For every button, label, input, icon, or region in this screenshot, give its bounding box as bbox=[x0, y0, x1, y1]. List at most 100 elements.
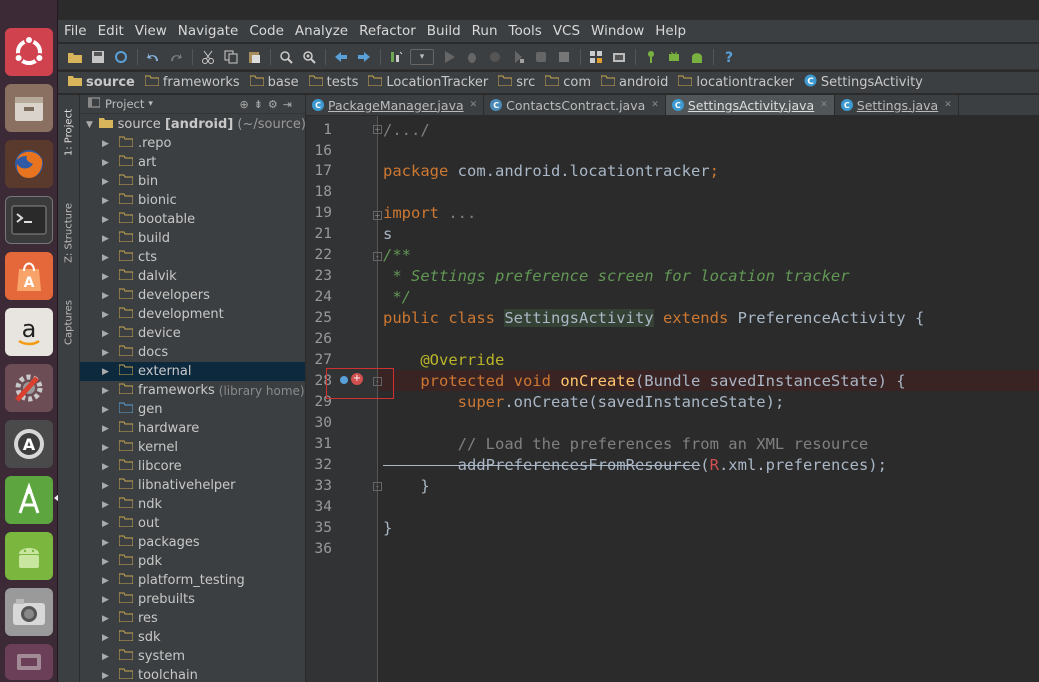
tree-item[interactable]: ▶ libnativehelper bbox=[80, 476, 305, 495]
coverage-icon[interactable] bbox=[532, 48, 550, 66]
menu-vcs[interactable]: VCS bbox=[553, 23, 580, 39]
fold-icon[interactable]: - bbox=[373, 252, 382, 261]
breadcrumb-item[interactable]: src bbox=[497, 75, 535, 90]
open-folder-icon[interactable] bbox=[66, 48, 84, 66]
chevron-right-icon[interactable]: ▶ bbox=[102, 671, 112, 681]
breadcrumb-item[interactable]: source bbox=[68, 75, 135, 90]
menu-view[interactable]: View bbox=[135, 23, 167, 39]
gradle-sync-icon[interactable] bbox=[665, 48, 683, 66]
close-icon[interactable]: ✕ bbox=[651, 100, 659, 110]
chevron-right-icon[interactable]: ▶ bbox=[102, 139, 112, 149]
find-icon[interactable] bbox=[277, 48, 295, 66]
ubuntu-dash-icon[interactable] bbox=[5, 28, 53, 76]
tree-item[interactable]: ▶ gen bbox=[80, 400, 305, 419]
chevron-right-icon[interactable]: ▶ bbox=[102, 633, 112, 643]
attach-debugger-icon[interactable] bbox=[486, 48, 504, 66]
chevron-right-icon[interactable]: ▶ bbox=[102, 614, 112, 624]
replace-icon[interactable] bbox=[300, 48, 318, 66]
update-manager-icon[interactable]: A bbox=[5, 420, 53, 468]
close-icon[interactable]: ✕ bbox=[820, 100, 828, 110]
chevron-right-icon[interactable]: ▶ bbox=[102, 481, 112, 491]
collapse-all-icon[interactable]: ⇟ bbox=[254, 98, 268, 111]
chevron-right-icon[interactable]: ▶ bbox=[102, 253, 112, 263]
undo-icon[interactable] bbox=[144, 48, 162, 66]
chevron-right-icon[interactable]: ▶ bbox=[102, 310, 112, 320]
breadcrumb-item[interactable]: android bbox=[600, 75, 668, 90]
menu-code[interactable]: Code bbox=[249, 23, 284, 39]
android-studio-icon[interactable] bbox=[5, 476, 53, 524]
tree-item[interactable]: ▶ platform_testing bbox=[80, 571, 305, 590]
chevron-right-icon[interactable]: ▶ bbox=[102, 557, 112, 567]
workspace-switcher-icon[interactable] bbox=[5, 644, 53, 680]
gear-icon[interactable]: ⚙ bbox=[268, 98, 283, 111]
android-icon[interactable] bbox=[5, 532, 53, 580]
chevron-right-icon[interactable]: ▶ bbox=[102, 177, 112, 187]
tree-item[interactable]: ▶ art bbox=[80, 153, 305, 172]
chevron-right-icon[interactable]: ▶ bbox=[102, 519, 112, 529]
avd-manager-icon[interactable] bbox=[642, 48, 660, 66]
menu-file[interactable]: File bbox=[64, 23, 87, 39]
tree-item[interactable]: ▶ packages bbox=[80, 533, 305, 552]
menu-help[interactable]: Help bbox=[655, 23, 686, 39]
menu-edit[interactable]: Edit bbox=[98, 23, 124, 39]
system-settings-icon[interactable] bbox=[5, 364, 53, 412]
firefox-icon[interactable] bbox=[5, 140, 53, 188]
chevron-right-icon[interactable]: ▶ bbox=[102, 595, 112, 605]
chevron-right-icon[interactable]: ▶ bbox=[102, 443, 112, 453]
tab-package-manager[interactable]: C PackageManager.java ✕ bbox=[306, 95, 485, 115]
chevron-right-icon[interactable]: ▶ bbox=[102, 291, 112, 301]
tree-item[interactable]: ▶ bionic bbox=[80, 191, 305, 210]
camera-icon[interactable] bbox=[5, 588, 53, 636]
tree-item[interactable]: ▶ res bbox=[80, 609, 305, 628]
chevron-right-icon[interactable]: ▶ bbox=[102, 405, 112, 415]
profile-icon[interactable] bbox=[509, 48, 527, 66]
tree-item[interactable]: ▶ sdk bbox=[80, 628, 305, 647]
copy-icon[interactable] bbox=[222, 48, 240, 66]
menu-window[interactable]: Window bbox=[591, 23, 644, 39]
chevron-right-icon[interactable]: ▶ bbox=[102, 215, 112, 225]
tab-settings[interactable]: C Settings.java ✕ bbox=[835, 95, 959, 115]
chevron-right-icon[interactable]: ▶ bbox=[102, 386, 112, 396]
breadcrumb-item[interactable]: locationtracker bbox=[677, 75, 794, 90]
tree-item[interactable]: ▶ libcore bbox=[80, 457, 305, 476]
make-project-icon[interactable] bbox=[387, 48, 405, 66]
chevron-right-icon[interactable]: ▶ bbox=[102, 348, 112, 358]
chevron-right-icon[interactable]: ▶ bbox=[102, 234, 112, 244]
menu-run[interactable]: Run bbox=[472, 23, 498, 39]
tree-item[interactable]: ▶ bin bbox=[80, 172, 305, 191]
amazon-icon[interactable]: a bbox=[5, 308, 53, 356]
save-icon[interactable] bbox=[89, 48, 107, 66]
breadcrumb-item[interactable]: com bbox=[544, 75, 591, 90]
menu-refactor[interactable]: Refactor bbox=[359, 23, 416, 39]
paste-icon[interactable] bbox=[245, 48, 263, 66]
scroll-from-source-icon[interactable]: ⊕ bbox=[239, 98, 253, 111]
breakpoint-icon[interactable]: + bbox=[351, 373, 363, 385]
chevron-right-icon[interactable]: ▶ bbox=[102, 158, 112, 168]
chevron-right-icon[interactable]: ▶ bbox=[102, 272, 112, 282]
breadcrumb-item[interactable]: base bbox=[249, 75, 299, 90]
tree-item[interactable]: ▶ system bbox=[80, 647, 305, 666]
chevron-right-icon[interactable]: ▶ bbox=[102, 576, 112, 586]
tab-structure[interactable]: Z: Structure bbox=[60, 203, 78, 263]
tree-item[interactable]: ▶ docs bbox=[80, 343, 305, 362]
run-icon[interactable] bbox=[440, 48, 458, 66]
tree-item[interactable]: ▶ dalvik bbox=[80, 267, 305, 286]
hide-panel-icon[interactable]: ⇥ bbox=[283, 98, 297, 111]
software-center-icon[interactable]: A bbox=[5, 252, 53, 300]
forward-icon[interactable] bbox=[355, 48, 373, 66]
breadcrumb-item[interactable]: tests bbox=[308, 75, 358, 90]
tree-item[interactable]: ▶ cts bbox=[80, 248, 305, 267]
android-device-monitor-icon[interactable] bbox=[688, 48, 706, 66]
breadcrumb-item[interactable]: C SettingsActivity bbox=[804, 74, 923, 91]
chevron-down-icon[interactable]: ▼ bbox=[86, 120, 96, 130]
help-icon[interactable]: ? bbox=[720, 48, 738, 66]
tree-item[interactable]: ▶. repo bbox=[80, 134, 305, 153]
menu-analyze[interactable]: Analyze bbox=[295, 23, 348, 39]
sync-icon[interactable] bbox=[112, 48, 130, 66]
override-method-icon[interactable] bbox=[340, 376, 348, 384]
project-structure-icon[interactable] bbox=[587, 48, 605, 66]
chevron-right-icon[interactable]: ▶ bbox=[102, 462, 112, 472]
tree-item[interactable]: ▶ out bbox=[80, 514, 305, 533]
menu-navigate[interactable]: Navigate bbox=[178, 23, 239, 39]
chevron-right-icon[interactable]: ▶ bbox=[102, 424, 112, 434]
